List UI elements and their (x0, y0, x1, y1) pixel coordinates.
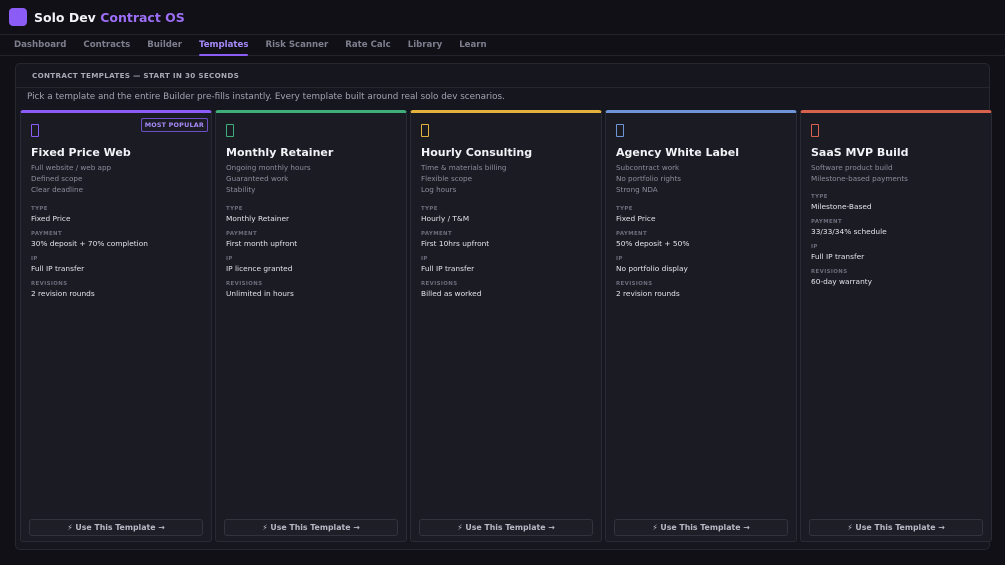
document-icon (226, 124, 234, 137)
type-value: Monthly Retainer (226, 213, 290, 223)
template-card-agency-white-label: Agency White Label Subcontract work No p… (605, 110, 797, 542)
main-nav: Dashboard Contracts Builder Templates Ri… (0, 35, 1005, 56)
template-card-hourly-consulting: Hourly Consulting Time & materials billi… (410, 110, 602, 542)
document-icon (421, 124, 429, 137)
payment-label: PAYMENT (811, 219, 843, 226)
panel-header: CONTRACT TEMPLATES — START IN 30 SECONDS (16, 64, 989, 88)
ip-value: Full IP transfer (811, 252, 865, 262)
brand-accent: Contract OS (100, 9, 185, 25)
nav-tab-builder[interactable]: Builder (147, 35, 182, 56)
template-feature: Guaranteed work (226, 174, 289, 184)
ip-value: IP licence granted (226, 263, 293, 273)
ip-label: IP (811, 244, 818, 251)
ip-label: IP (226, 255, 233, 262)
payment-value: 50% deposit + 50% (616, 238, 690, 248)
template-title: Hourly Consulting (421, 146, 533, 159)
ip-value: Full IP transfer (421, 263, 475, 273)
payment-value: First 10hrs upfront (421, 238, 490, 248)
ip-label: IP (31, 255, 38, 262)
revisions-value: Billed as worked (421, 288, 482, 298)
brand-name: Solo Dev (34, 9, 96, 25)
templates-panel: CONTRACT TEMPLATES — START IN 30 SECONDS… (15, 63, 992, 550)
template-feature: Software product build (811, 163, 893, 172)
template-title: Monthly Retainer (226, 146, 334, 159)
document-icon (31, 124, 39, 137)
nav-tab-rate-calc[interactable]: Rate Calc (345, 35, 391, 56)
template-title: Fixed Price Web (31, 146, 131, 159)
template-features: Software product build Milestone-based p… (811, 162, 981, 184)
payment-label: PAYMENT (421, 230, 453, 237)
panel-title: CONTRACT TEMPLATES — START IN 30 SECONDS (32, 71, 240, 80)
type-value: Milestone-Based (811, 202, 872, 212)
use-template-button[interactable]: ⚡ Use This Template → (614, 519, 788, 536)
payment-label: PAYMENT (31, 230, 63, 237)
type-value: Hourly / T&M (421, 213, 470, 223)
revisions-label: REVISIONS (616, 280, 653, 287)
use-template-button[interactable]: ⚡ Use This Template → (29, 519, 203, 536)
template-feature: Full website / web app (31, 163, 112, 172)
ip-value: No portfolio display (616, 263, 688, 273)
revisions-value: 60-day warranty (811, 277, 873, 287)
revisions-label: REVISIONS (31, 280, 68, 287)
ip-label: IP (421, 255, 428, 262)
revisions-label: REVISIONS (226, 280, 263, 287)
payment-label: PAYMENT (616, 230, 648, 237)
use-template-button[interactable]: ⚡ Use This Template → (809, 519, 983, 536)
nav-tab-contracts[interactable]: Contracts (83, 35, 130, 56)
template-feature: Defined scope (31, 174, 83, 184)
type-label: TYPE (811, 194, 828, 201)
template-feature: Ongoing monthly hours (226, 163, 311, 172)
ip-label: IP (616, 255, 623, 262)
type-value: Fixed Price (31, 213, 71, 223)
template-feature: Milestone-based payments (811, 174, 908, 184)
document-icon (811, 124, 819, 137)
most-popular-badge: MOST POPULAR (140, 118, 208, 132)
nav-tab-library[interactable]: Library (408, 35, 442, 56)
app-title: Solo Dev Contract OS (34, 10, 185, 25)
template-feature: Clear deadline (31, 185, 84, 195)
revisions-value: Unlimited in hours (226, 288, 294, 298)
template-feature: Log hours (421, 185, 457, 195)
template-title: SaaS MVP Build (811, 146, 909, 159)
template-card-monthly-retainer: Monthly Retainer Ongoing monthly hours G… (215, 110, 407, 542)
revisions-value: 2 revision rounds (616, 288, 680, 298)
type-value: Fixed Price (616, 213, 656, 223)
app-logo-icon (9, 8, 27, 26)
template-card-saas-mvp-build: SaaS MVP Build Software product build Mi… (800, 110, 992, 542)
payment-value: 33/33/34% schedule (811, 227, 887, 237)
template-feature: Subcontract work (616, 163, 680, 172)
nav-tab-templates[interactable]: Templates (199, 35, 249, 56)
revisions-label: REVISIONS (811, 269, 848, 276)
template-features: Time & materials billing Flexible scope … (421, 162, 591, 196)
nav-tab-learn[interactable]: Learn (459, 35, 486, 56)
payment-label: PAYMENT (226, 230, 258, 237)
template-title: Agency White Label (616, 146, 740, 159)
template-features: Ongoing monthly hours Guaranteed work St… (226, 162, 396, 196)
nav-tab-risk-scanner[interactable]: Risk Scanner (265, 35, 328, 56)
template-card-fixed-price-web: MOST POPULAR Fixed Price Web Full websit… (20, 110, 212, 542)
use-template-button[interactable]: ⚡ Use This Template → (224, 519, 398, 536)
type-label: TYPE (421, 205, 438, 212)
revisions-value: 2 revision rounds (31, 288, 95, 298)
template-feature: No portfolio rights (616, 174, 682, 184)
nav-tab-dashboard[interactable]: Dashboard (14, 35, 66, 56)
type-label: TYPE (31, 205, 48, 212)
template-features: Subcontract work No portfolio rights Str… (616, 162, 786, 196)
type-label: TYPE (226, 205, 243, 212)
revisions-label: REVISIONS (421, 280, 458, 287)
type-label: TYPE (616, 205, 633, 212)
template-feature: Flexible scope (421, 174, 473, 184)
app-header: Solo Dev Contract OS (0, 0, 1005, 35)
ip-value: Full IP transfer (31, 263, 85, 273)
template-features: Full website / web app Defined scope Cle… (31, 162, 201, 196)
template-feature: Time & materials billing (421, 163, 507, 172)
template-feature: Stability (226, 185, 256, 195)
panel-description: Pick a template and the entire Builder p… (27, 92, 505, 102)
payment-value: First month upfront (226, 238, 298, 248)
use-template-button[interactable]: ⚡ Use This Template → (419, 519, 593, 536)
payment-value: 30% deposit + 70% completion (31, 238, 148, 248)
document-icon (616, 124, 624, 137)
template-feature: Strong NDA (616, 185, 658, 195)
template-cards: MOST POPULAR Fixed Price Web Full websit… (20, 110, 992, 544)
